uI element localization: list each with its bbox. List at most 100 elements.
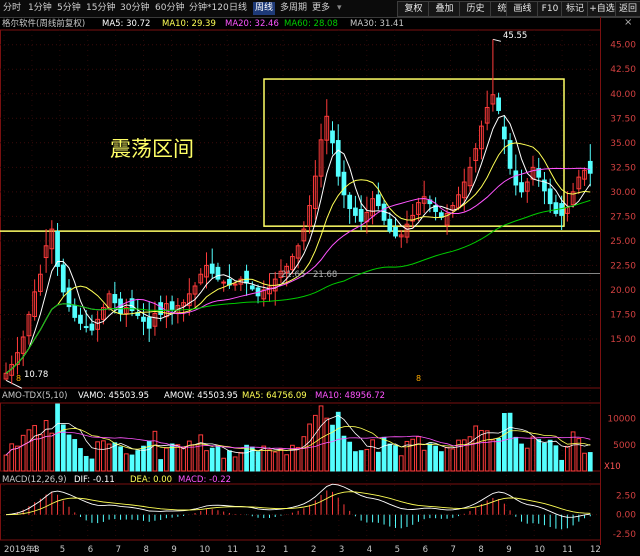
source-label: 格尔软件(周线前复权) [2,19,86,29]
price-tick-label: 37.50 [610,114,636,124]
volume-bar [416,436,421,472]
main-legend: 格尔软件(周线前复权) MA5: 30.72 MA10: 29.39 MA20:… [2,18,632,30]
volume-bar [484,430,490,472]
volume-bar [347,441,353,472]
volume-bar [181,447,186,472]
amow-label: AMOW: 45503.95 [164,391,238,401]
candle-body [221,281,227,284]
volume-bar [135,450,141,472]
volume-bar [542,442,547,472]
candle-body [249,285,255,290]
price-tick-label: 45.00 [610,41,636,51]
volume-bars [3,403,593,472]
volume-bar [221,457,227,472]
volume-bar [101,440,106,472]
price-tick-label: 20.00 [610,286,636,296]
date-tick-label: 4 [367,545,372,555]
mid-price-left: 21.65 [281,270,306,280]
volume-bar [232,456,238,472]
volume-bar [204,450,209,472]
price-tick-label: 30.00 [610,188,636,198]
candle-body [112,294,118,304]
ma60-label: MA60: 28.08 [284,19,338,29]
volume-bar [324,417,330,472]
date-tick-label: 9 [171,545,176,555]
date-tick-label: 6 [88,545,93,555]
volume-bar [192,444,198,472]
candle-body [387,218,393,232]
volume-bar [507,412,513,472]
candle-body [215,266,221,280]
candle-body [553,202,559,214]
price-tick-label: 35.00 [610,139,636,149]
volume-bar [118,446,123,472]
candle-body [347,194,353,210]
dea-label: DEA: 0.00 [130,475,173,485]
panel-frame [0,29,601,389]
volume-bar [49,432,55,472]
vamo-label: VAMO: 45503.95 [78,391,150,401]
event-marker-b: 8 [416,374,422,383]
volume-bar [450,448,456,472]
low-price-label: 10.78 [24,370,49,380]
volume-bar [95,441,101,472]
date-tick-label: 11 [227,545,238,555]
high-price-label: 45.55 [503,31,528,41]
candle-body [513,170,519,186]
volume-bar [496,437,501,472]
volume-bar [267,449,272,472]
volume-bar [564,445,570,472]
volume-tick-label: 10000 [607,415,636,425]
volume-bar [146,440,152,472]
volume-bar [358,450,364,472]
volume-bar [89,458,95,472]
volume-bar [387,443,393,472]
volume-bar [9,443,15,472]
price-tick-label: 40.00 [610,90,636,100]
close-icon[interactable]: × [624,17,632,28]
volume-bar [438,451,444,472]
date-axis: 2019年34 5 6 7 8 9 10 11 12 1 2 3 4 5 6 7 8 9 10 11 12 [4,544,601,555]
candle-body [353,207,358,216]
volume-legend: AMO-TDX(5,10) VAMO: 45503.95 AMOW: 45503… [2,390,632,402]
volume-bar [295,446,301,472]
volume-bar [513,436,519,472]
macd-tick-label: -2.50 [613,530,637,540]
vol-ma10-label: MA10: 48956.72 [315,391,386,401]
candle-body [519,182,524,193]
volume-bar [32,425,38,472]
volume-bar [335,411,341,472]
date-tick-label: 8 [144,545,149,555]
volume-bar [301,436,307,472]
candle-body [141,316,146,322]
ma30-label: MA30: 31.41 [350,19,404,29]
candle-body [169,301,175,311]
macd-title: MACD(12,26,9) [2,475,67,485]
ma5-label: MA5: 30.72 [102,19,151,29]
candle-body [146,317,152,329]
vol-unit: X10 [604,462,621,472]
volume-bar [341,435,347,472]
volume-bar [582,452,587,472]
volume-bar [553,445,559,472]
volume-bar [227,450,232,472]
range-box-layer [0,38,600,389]
mid-price-right: 21.68 [313,270,338,280]
volume-bar [490,439,496,472]
volume-bar [536,439,542,472]
event-marker-a: 8 [16,374,22,383]
candlestick-series [3,39,593,385]
candle-body [244,270,249,284]
volume-bar [261,445,267,472]
dif-label: DIF: -0.11 [74,475,115,485]
volume-bar [123,453,129,472]
volume-bar [427,443,433,472]
candle-body [501,126,507,140]
candle-body [209,263,215,274]
vol-ma5-label: MA5: 64756.09 [242,391,307,401]
price-tick-label: 22.50 [610,261,636,271]
candle-body [341,171,347,196]
date-tick-label: 12 [590,545,601,555]
macd-tick-label: 0.00 [616,511,636,521]
date-tick-label: 7 [450,545,455,555]
